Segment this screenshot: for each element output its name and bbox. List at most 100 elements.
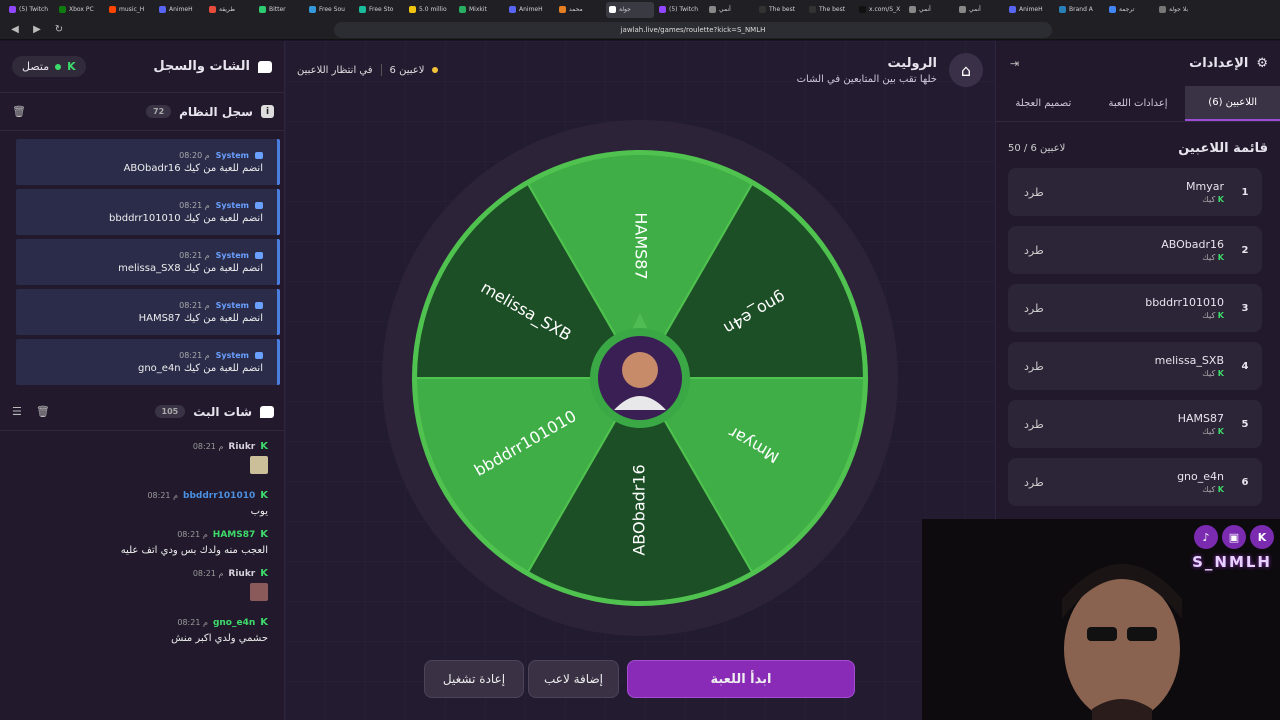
chat-username[interactable]: Riukr	[228, 569, 255, 579]
tab-players[interactable]: اللاعبين (6)	[1185, 86, 1280, 121]
tab-favicon-icon	[359, 6, 366, 13]
tab-game-settings[interactable]: إعدادات اللعبة	[1091, 86, 1186, 121]
kick-player-button[interactable]: طرد	[1024, 418, 1044, 431]
collapse-panel-icon[interactable]: ⇥	[1010, 57, 1019, 70]
add-player-button[interactable]: إضافة لاعب	[528, 660, 619, 698]
tab-favicon-icon	[959, 6, 966, 13]
browser-tab[interactable]: Mixkit	[456, 2, 504, 18]
system-log-text: HAMS87 انضم للعبة من كيك	[138, 312, 263, 324]
system-log-list[interactable]: 08:20 م System ABObadr16 انضم للعبة من كيك…	[0, 131, 284, 393]
browser-tab[interactable]: محمد	[556, 2, 604, 18]
game-status: في انتظار اللاعبين 6 لاعبين	[297, 64, 439, 76]
chat-username[interactable]: Riukr	[228, 442, 255, 452]
player-source: كيك K	[1155, 369, 1224, 378]
browser-tab[interactable]: طريقة	[206, 2, 254, 18]
browser-tab[interactable]: (5) Twitch	[656, 2, 704, 18]
browser-tab[interactable]: جولة	[606, 1, 654, 18]
kick-player-button[interactable]: طرد	[1024, 302, 1044, 315]
browser-tab[interactable]: 5.0 millio	[406, 2, 454, 18]
player-source-label: كيك	[1202, 311, 1216, 320]
browser-tab[interactable]: Xbox PC	[56, 2, 104, 18]
player-name: ABObadr16	[1161, 238, 1224, 251]
chat-username[interactable]: bbddrr101010	[183, 491, 255, 501]
menu-icon[interactable]: ☰	[12, 405, 22, 418]
tab-label: محمد	[569, 6, 583, 13]
system-log-item: 08:21 م System gno_e4n انضم للعبة من كيك	[16, 339, 280, 385]
connection-status: متصل K	[12, 56, 86, 77]
player-info: gno_e4n كيك K 6	[1177, 470, 1250, 494]
tiktok-icon: ♪	[1194, 525, 1218, 549]
tab-favicon-icon	[409, 6, 416, 13]
address-bar[interactable]: jawlah.live/games/roulette?kick=S_NMLH	[334, 21, 1052, 38]
tab-label: أنمي	[919, 6, 931, 13]
twitch-icon: ▣	[1222, 525, 1246, 549]
player-name-block: melissa_SXB كيك K	[1155, 354, 1224, 378]
kick-icon: K	[1250, 525, 1274, 549]
trash-icon[interactable]: 🗑	[36, 405, 50, 418]
kick-player-button[interactable]: طرد	[1024, 244, 1044, 257]
browser-tab[interactable]: Free Sto	[356, 2, 404, 18]
tab-label: music_H	[119, 6, 145, 13]
players-count: 6 لاعبين	[389, 64, 425, 76]
tab-favicon-icon	[609, 6, 616, 13]
browser-tab[interactable]: The best	[756, 2, 804, 18]
chat-log-panel: متصل K الشات والسجل 🗑 72 سجل النظام i 08…	[0, 41, 285, 720]
browser-tab[interactable]: x.com/S_X	[856, 2, 904, 18]
player-row: طرد melissa_SXB كيك K 4	[1008, 342, 1262, 390]
browser-tab[interactable]: (5) Twitch	[6, 2, 54, 18]
browser-tab[interactable]: AnimeH	[1006, 2, 1054, 18]
browser-tab[interactable]: The best	[806, 2, 854, 18]
browser-tab[interactable]: Brand A	[1056, 2, 1104, 18]
message-author: System	[215, 350, 249, 360]
player-name: bbddrr101010	[1145, 296, 1224, 309]
chat-text: العجب منه ولدك بس ودي اتف عليه	[120, 545, 268, 556]
kick-player-button[interactable]: طرد	[1024, 476, 1044, 489]
roulette-wheel[interactable]: HAMS87gno_e4nMmyarABObadr16bbddrr101010m…	[382, 120, 898, 636]
chat-username[interactable]: HAMS87	[213, 530, 255, 540]
kick-badge-icon: K	[260, 617, 268, 628]
emote-image	[250, 583, 268, 601]
browser-tab[interactable]: AnimeH	[506, 2, 554, 18]
browser-tab[interactable]: Free Sou	[306, 2, 354, 18]
restart-button[interactable]: إعادة تشغيل	[424, 660, 524, 698]
tab-wheel-design[interactable]: تصميم العجلة	[996, 86, 1091, 121]
player-source-label: كيك	[1202, 369, 1216, 378]
browser-tab[interactable]: AnimeH	[156, 2, 204, 18]
tab-label: أنمي	[969, 6, 981, 13]
forward-icon[interactable]: ▶	[30, 23, 44, 37]
system-log-meta: 08:20 م System	[179, 151, 263, 160]
kick-player-button[interactable]: طرد	[1024, 360, 1044, 373]
system-log-text: ABObadr16 انضم للعبة من كيك	[123, 162, 263, 174]
browser-tab[interactable]: أنمي	[906, 2, 954, 18]
browser-tab[interactable]: music_H	[106, 2, 154, 18]
kick-player-button[interactable]: طرد	[1024, 186, 1044, 199]
stream-chat-header: ☰ 🗑 105 شات البث	[0, 393, 284, 431]
browser-tab[interactable]: أنمي	[956, 2, 1004, 18]
home-icon[interactable]: ⌂	[949, 53, 983, 87]
stream-chat-list[interactable]: 08:21 م Riukr K 08:21 م bbddrr101010 K يوب 08:2…	[0, 431, 284, 644]
browser-tab[interactable]: Bitter	[256, 2, 304, 18]
system-log-count: 72	[146, 105, 172, 118]
reload-icon[interactable]: ↻	[52, 23, 66, 37]
avatar-face	[622, 352, 658, 388]
chat-log-header: متصل K الشات والسجل	[0, 41, 284, 93]
chat-username[interactable]: gno_e4n	[213, 618, 255, 628]
browser-tab[interactable]: أنمي	[706, 2, 754, 18]
tab-label: Free Sou	[319, 6, 345, 13]
player-number: 6	[1241, 476, 1249, 488]
start-game-button[interactable]: ابدأ اللعبة	[627, 660, 855, 698]
browser-tab[interactable]: ترجمة	[1106, 2, 1154, 18]
player-source-label: كيك	[1202, 427, 1216, 436]
tab-favicon-icon	[809, 6, 816, 13]
browser-tab[interactable]: بلا جولة	[1156, 2, 1204, 18]
tab-favicon-icon	[209, 6, 216, 13]
message-author: System	[215, 150, 249, 160]
tab-label: بلا جولة	[1169, 6, 1189, 13]
player-list-title: قائمة اللاعبين	[1178, 140, 1268, 156]
system-log-meta: 08:21 م System	[179, 251, 263, 260]
kick-badge-icon: K	[260, 441, 268, 452]
trash-icon[interactable]: 🗑	[12, 105, 26, 118]
chat-message: 08:21 م HAMS87 K العجب منه ولدك بس ودي اتف …	[10, 529, 268, 556]
player-number: 2	[1241, 244, 1249, 256]
back-icon[interactable]: ◀	[8, 23, 22, 37]
